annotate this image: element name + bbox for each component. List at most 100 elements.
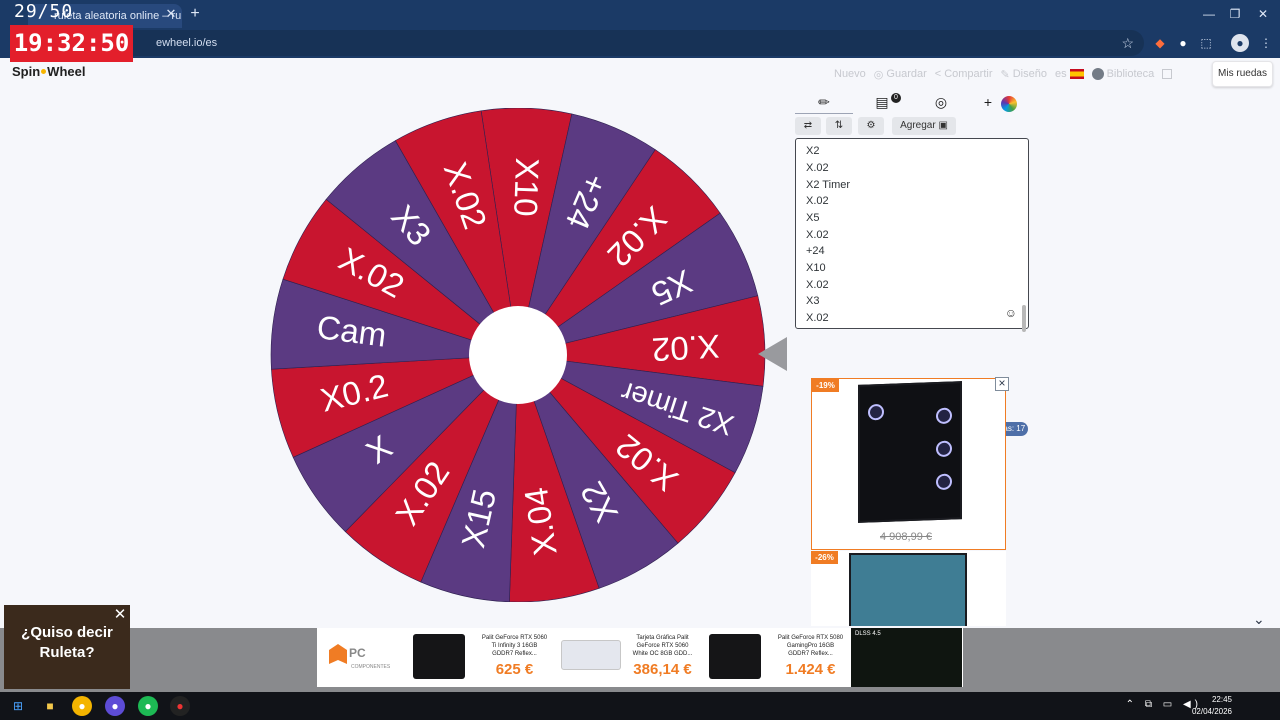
my-wheels-button[interactable]: Mis ruedas bbox=[1212, 61, 1273, 87]
product-title: Palit GeForce RTX 5080 GamingPro 16GB GD… bbox=[777, 635, 844, 657]
browser-toolbar: ewheel.io/es ☆ ◆ ● ⬚ ● ⋮ bbox=[0, 28, 1280, 58]
fan-icon bbox=[936, 407, 952, 425]
entries-scrollbar[interactable] bbox=[1022, 305, 1026, 332]
wheel-segment-label: X.02 bbox=[651, 328, 721, 369]
logo-dot-icon bbox=[41, 69, 47, 74]
entry-line: X2 bbox=[806, 145, 820, 157]
entry-line: X10 bbox=[806, 262, 826, 274]
wheel-center-button[interactable] bbox=[469, 306, 567, 404]
sort-icon[interactable]: ⇅ bbox=[826, 117, 852, 135]
product-price: 4 908,99 € bbox=[880, 531, 932, 543]
product-price: 386,14 € bbox=[633, 661, 692, 678]
nav-diseno-label: Diseño bbox=[1012, 68, 1047, 80]
fan-icon bbox=[868, 403, 884, 421]
entry-line: X.02 bbox=[806, 312, 829, 324]
window-close-button[interactable]: ✕ bbox=[1250, 4, 1276, 24]
pccomponentes-ad[interactable]: PC COMPONENTES Palit GeForce RTX 5060 Ti … bbox=[317, 628, 963, 687]
entry-line: X.02 bbox=[806, 279, 829, 291]
bottom-banner-ad: PC COMPONENTES Palit GeForce RTX 5060 Ti … bbox=[0, 628, 1280, 692]
pccomponentes-logo-text: PC bbox=[349, 646, 366, 661]
discount-badge: -26% bbox=[811, 551, 838, 564]
entry-line: X.02 bbox=[806, 162, 829, 174]
browser-menu-icon[interactable]: ⋮ bbox=[1257, 34, 1275, 52]
product-ad-card[interactable]: -19% 4 908,99 € bbox=[811, 378, 1006, 550]
file-explorer-icon[interactable]: ■ bbox=[40, 696, 60, 716]
pc-case-image bbox=[858, 381, 962, 523]
chevron-down-icon[interactable]: ⌄ bbox=[1253, 612, 1265, 626]
extensions-puzzle-icon[interactable]: ⬚ bbox=[1197, 34, 1215, 52]
dlss-ad-image: DLSS 4.5 bbox=[851, 628, 962, 687]
nav-compartir[interactable]: < Compartir bbox=[935, 68, 993, 80]
nav-guardar-label: Guardar bbox=[886, 68, 927, 80]
spotify-icon[interactable]: ● bbox=[138, 696, 158, 716]
spin-wheel-logo[interactable]: Spin Wheel bbox=[12, 64, 85, 80]
windows-start-icon[interactable]: ⊞ bbox=[8, 696, 28, 716]
nav-guardar[interactable]: ◎ Guardar bbox=[874, 68, 927, 81]
promo-close-icon[interactable]: ✕ bbox=[113, 607, 127, 622]
settings-gear-icon[interactable]: ⚙ bbox=[858, 117, 884, 135]
tab-entries-pencil-icon[interactable]: ✏ bbox=[795, 91, 853, 114]
profile-avatar-icon[interactable]: ● bbox=[1231, 34, 1249, 52]
logo-text-spin: Spin bbox=[12, 64, 41, 79]
window-minimize-button[interactable]: — bbox=[1196, 4, 1222, 24]
tab-hidden-eye-icon[interactable]: ◎ bbox=[912, 91, 970, 114]
shuffle-icon[interactable]: ⇄ bbox=[795, 117, 821, 135]
taskbar-time: 22:45 bbox=[1211, 695, 1232, 704]
wheel-segment-label: X10 bbox=[507, 157, 546, 217]
tab-results-clipboard-icon[interactable]: ▤ bbox=[853, 91, 911, 114]
gpu-image bbox=[413, 634, 465, 679]
window-restore-button[interactable]: ❐ bbox=[1222, 4, 1248, 24]
emoji-picker-icon[interactable]: ☺ bbox=[1005, 307, 1017, 319]
nav-biblioteca-label: Biblioteca bbox=[1106, 68, 1155, 80]
bookmark-star-icon[interactable]: ☆ bbox=[1121, 30, 1134, 56]
discord-icon[interactable]: ● bbox=[105, 696, 125, 716]
product-price: 625 € bbox=[495, 661, 534, 678]
nav-nuevo-label: Nuevo bbox=[834, 68, 866, 80]
pencil-icon: ✎ bbox=[1000, 68, 1010, 81]
extension-dot-icon[interactable]: ● bbox=[1174, 34, 1192, 52]
nav-nuevo[interactable]: Nuevo bbox=[834, 68, 866, 80]
product-ad-card-2[interactable]: -26% bbox=[811, 551, 1006, 626]
add-image-button[interactable]: Agregar ▣ bbox=[892, 117, 956, 135]
fan-icon bbox=[936, 440, 952, 458]
roulette-promo-text: ¿Quiso decir Ruleta? bbox=[21, 624, 113, 661]
discount-badge: -19% bbox=[812, 379, 839, 392]
logo-text-wheel: Wheel bbox=[47, 64, 86, 79]
color-wheel-icon[interactable] bbox=[1001, 96, 1017, 112]
gpu-image bbox=[709, 634, 761, 679]
entries-editor: ✏ ▤ 0 ◎ + ⇄ ⇅ ⚙ Agregar ▣ X2 X.02 X2 Tim… bbox=[795, 90, 1029, 436]
entries-textarea[interactable]: X2 X.02 X2 Timer X.02 X5 X.02 +24 X10 X.… bbox=[795, 138, 1029, 332]
taskbar-clock[interactable]: 22:45 02/04/2026 bbox=[1192, 694, 1232, 718]
ad-close-icon[interactable]: × bbox=[995, 377, 1009, 391]
nav-language[interactable]: es bbox=[1055, 68, 1084, 80]
nav-compartir-label: Compartir bbox=[944, 68, 993, 80]
taskbar-date: 02/04/2026 bbox=[1191, 707, 1232, 716]
windows-taskbar: ⊞ ■ ● ● ● ● ⌃ ⧉ ▭ ◀) 22:45 02/04/2026 bbox=[0, 692, 1280, 720]
tab-add-plus-icon[interactable]: + bbox=[971, 91, 1005, 114]
entry-line: X3 bbox=[806, 295, 820, 307]
product-title: Palit GeForce RTX 5060 Ti Infinity 3 16G… bbox=[481, 635, 548, 657]
pc-case-image bbox=[849, 553, 967, 626]
product-price: 1.424 € bbox=[785, 661, 836, 678]
product-title: Tarjeta Gráfica Palit GeForce RTX 5060 W… bbox=[632, 635, 693, 657]
results-count-badge: 0 bbox=[891, 93, 901, 103]
system-tray-icons[interactable]: ⌃ ⧉ ▭ ◀) bbox=[1126, 699, 1202, 711]
nav-fullscreen[interactable] bbox=[1162, 69, 1173, 79]
nav-biblioteca[interactable]: Biblioteca bbox=[1091, 68, 1155, 80]
address-url: ewheel.io/es bbox=[156, 37, 218, 49]
address-bar[interactable]: ewheel.io/es ☆ bbox=[88, 30, 1144, 56]
dlss-text: DLSS 4.5 bbox=[855, 631, 881, 637]
share-icon: < bbox=[934, 68, 942, 80]
nav-diseno[interactable]: ✎ Diseño bbox=[1001, 68, 1047, 81]
pccomponentes-logo: PC COMPONENTES bbox=[329, 644, 395, 670]
overlay-clock: 19:32:50 bbox=[10, 25, 133, 62]
image-icon: ▣ bbox=[938, 120, 948, 131]
new-tab-button[interactable]: + bbox=[186, 4, 204, 24]
chrome-icon[interactable]: ● bbox=[72, 696, 92, 716]
obs-icon[interactable]: ● bbox=[170, 696, 190, 716]
entry-line: X2 Timer bbox=[806, 179, 851, 191]
tab-close-icon[interactable]: ✕ bbox=[163, 4, 179, 24]
roulette-promo-card[interactable]: ¿Quiso decir Ruleta? bbox=[4, 605, 130, 689]
extension-fox-icon[interactable]: ◆ bbox=[1151, 34, 1169, 52]
spin-counter: 29/50 bbox=[14, 1, 74, 22]
